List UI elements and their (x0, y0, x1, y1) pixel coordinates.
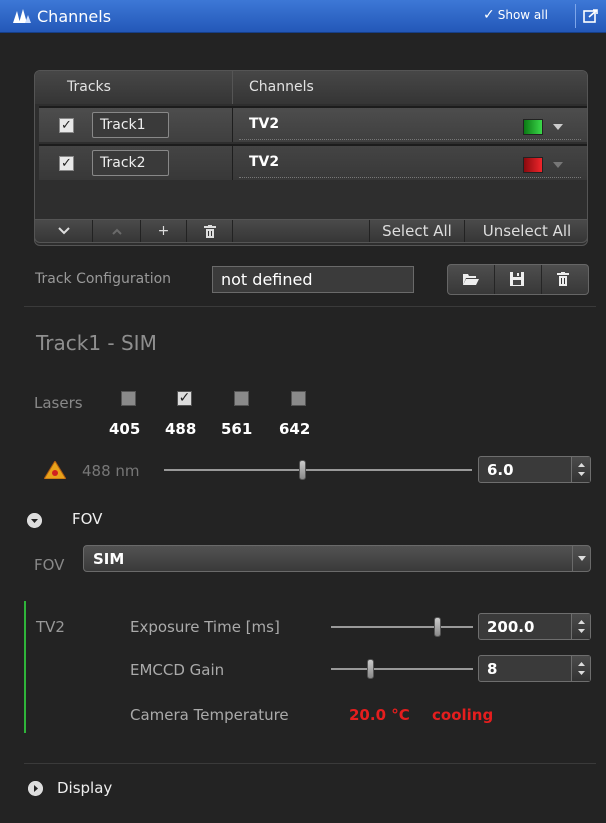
laser-561-checkbox[interactable] (234, 391, 249, 406)
laser-wavelength-561: 561 (221, 420, 253, 438)
row-dotted-line (239, 139, 581, 140)
chevron-down-icon[interactable] (553, 124, 563, 130)
column-divider (232, 146, 233, 180)
save-config-button[interactable] (495, 265, 542, 294)
display-expand-icon[interactable] (28, 781, 43, 796)
laser-642-checkbox[interactable] (291, 391, 306, 406)
delete-track-button[interactable] (187, 220, 233, 242)
track-heading: Track1 - SIM (36, 331, 157, 355)
fov-section-header[interactable]: FOV (72, 510, 102, 528)
gain-value: 8 (487, 660, 498, 678)
laser-wavelength-642: 642 (279, 420, 311, 438)
laser-power-spinbox[interactable]: 6.0 (478, 456, 591, 483)
track2-channel-name: TV2 (249, 154, 280, 170)
section-divider (24, 306, 596, 307)
select-all-button[interactable]: Select All (369, 220, 465, 242)
spin-arrows-icon[interactable] (571, 656, 590, 681)
fov-dropdown[interactable]: SIM (83, 545, 591, 572)
chevron-down-icon[interactable] (553, 162, 563, 168)
gain-slider-track[interactable] (331, 668, 473, 670)
spin-arrows-icon[interactable] (571, 457, 590, 482)
channel-name-label: TV2 (36, 618, 65, 636)
camera-temperature-label: Camera Temperature (130, 706, 289, 724)
laser-wavelength-405: 405 (109, 420, 141, 438)
laser-wavelength-488: 488 (165, 420, 197, 438)
panel-title: Channels (37, 7, 112, 26)
gain-slider-thumb[interactable] (366, 659, 374, 679)
trash-icon (557, 272, 569, 286)
track1-color-swatch[interactable] (523, 119, 543, 135)
camera-cooling-status: cooling (432, 706, 494, 724)
microscope-logo-icon (13, 9, 31, 23)
emccd-gain-label: EMCCD Gain (130, 661, 225, 679)
laser-warning-icon (44, 461, 66, 479)
track1-name-field[interactable]: Track1 (92, 112, 169, 138)
fov-label: FOV (34, 556, 65, 574)
spin-arrows-icon[interactable] (571, 614, 590, 639)
column-divider (232, 108, 233, 142)
open-config-button[interactable] (448, 265, 495, 294)
track-table-toolbar: + Select All Unselect All (34, 219, 588, 243)
add-track-button[interactable]: + (141, 220, 187, 242)
laser-488-checkbox[interactable]: ✓ (177, 391, 192, 406)
laser-power-slider-thumb[interactable] (298, 460, 306, 480)
track-row-2[interactable]: ✓ Track2 TV2 (39, 144, 587, 180)
fov-collapse-icon[interactable] (27, 513, 42, 528)
track2-name-field[interactable]: Track2 (92, 150, 169, 176)
track-row-1[interactable]: ✓ Track1 TV2 (39, 106, 587, 142)
show-all-label: Show all (497, 8, 548, 22)
section-divider (24, 763, 596, 764)
track-configuration-label: Track Configuration (35, 271, 172, 287)
exposure-slider-thumb[interactable] (433, 617, 441, 637)
track1-channel-name: TV2 (249, 116, 280, 132)
checkmark-icon: ✓ (483, 7, 495, 23)
delete-config-button[interactable] (542, 265, 589, 294)
chevron-down-icon[interactable] (572, 546, 590, 571)
track-configuration-buttons (447, 264, 589, 295)
exposure-value: 200.0 (487, 618, 535, 636)
track-configuration-field[interactable]: not defined (212, 266, 414, 293)
channel-color-bar (24, 601, 26, 733)
chevron-up-icon (111, 228, 122, 235)
unselect-all-button[interactable]: Unselect All (465, 220, 589, 242)
track2-color-swatch[interactable] (523, 157, 543, 173)
show-all-button[interactable]: ✓ Show all (483, 7, 548, 23)
laser-power-label: 488 nm (82, 462, 140, 480)
channels-column-header[interactable]: Channels (233, 71, 587, 104)
chevron-down-icon (57, 227, 70, 235)
folder-open-icon (463, 274, 479, 285)
laser-405-checkbox[interactable] (121, 391, 136, 406)
fov-selected-value: SIM (93, 550, 125, 568)
laser-power-value: 6.0 (487, 461, 514, 479)
titlebar-divider (575, 4, 576, 28)
save-icon (510, 272, 524, 286)
exposure-time-label: Exposure Time [ms] (130, 618, 280, 636)
exposure-slider-track[interactable] (331, 626, 473, 628)
lasers-label: Lasers (34, 394, 83, 412)
exposure-spinbox[interactable]: 200.0 (478, 613, 591, 640)
trash-icon (203, 225, 216, 238)
track1-checkbox[interactable]: ✓ (59, 118, 74, 133)
undock-icon[interactable] (583, 9, 599, 23)
display-section-header[interactable]: Display (57, 779, 112, 797)
tracks-column-header[interactable]: Tracks (35, 71, 233, 104)
row-dotted-line (239, 177, 581, 178)
move-up-button[interactable] (93, 220, 141, 242)
plus-icon: + (157, 223, 170, 239)
track2-checkbox[interactable]: ✓ (59, 156, 74, 171)
camera-temperature-value: 20.0 °C (349, 706, 410, 724)
laser-power-slider-track[interactable] (164, 469, 472, 471)
panel-titlebar: Channels ✓ Show all (0, 0, 606, 33)
move-down-button[interactable] (35, 220, 93, 242)
gain-spinbox[interactable]: 8 (478, 655, 591, 682)
